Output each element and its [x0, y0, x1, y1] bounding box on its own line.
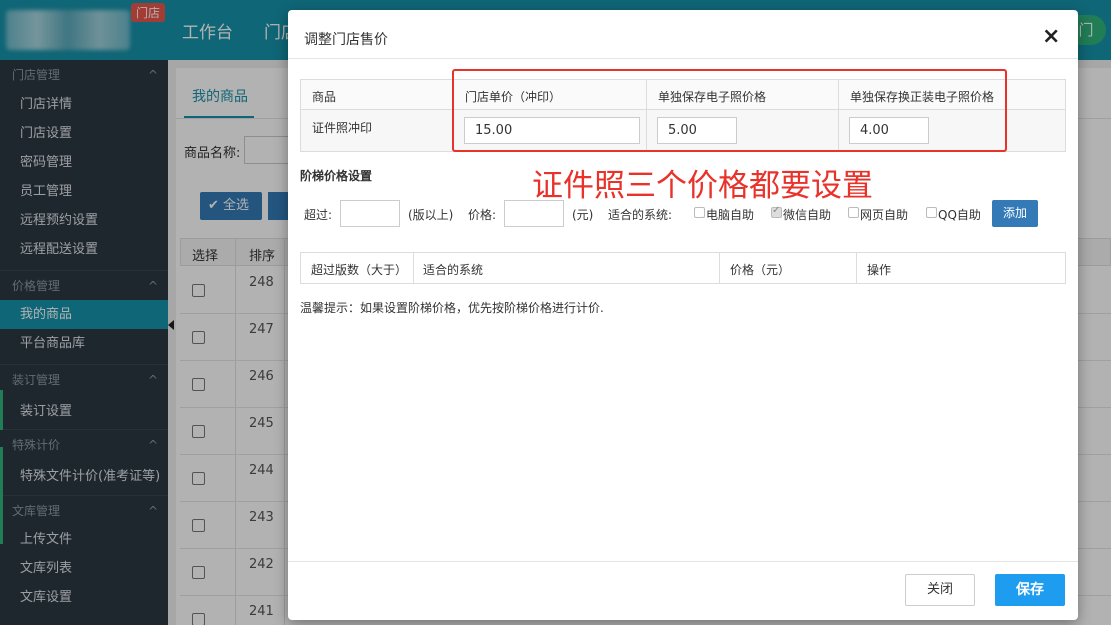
over-label: 超过: — [304, 208, 333, 222]
close-button[interactable]: 关闭 — [905, 574, 975, 606]
tier-price-input[interactable] — [504, 200, 564, 227]
header-price: 价格（元） — [730, 263, 791, 277]
adjust-price-dialog: 调整门店售价 × 商品 门店单价（冲印） 单独保存电子照价格 单独保存换正装电子… — [288, 10, 1078, 620]
checkbox-wechat-self-service[interactable] — [771, 205, 782, 218]
divider — [288, 561, 1078, 562]
tip-text: 温馨提示：如果设置阶梯价格，优先按阶梯价格进行计价. — [300, 301, 604, 315]
tier-price-title: 阶梯价格设置 — [300, 169, 373, 183]
checkbox-label: 微信自助 — [783, 208, 832, 222]
systems-label: 适合的系统: — [608, 208, 673, 222]
header-product: 商品 — [312, 90, 337, 104]
price-label: 价格: — [468, 208, 497, 222]
dialog-title: 调整门店售价 — [304, 32, 388, 48]
yuan-label: (元) — [572, 208, 594, 222]
column-divider — [413, 253, 414, 283]
over-count-input[interactable] — [340, 200, 400, 227]
annotation-highlight-box — [452, 69, 1007, 152]
divider — [288, 58, 1078, 59]
close-icon[interactable]: × — [1042, 24, 1060, 49]
tier-table-header: 超过版数（大于） 适合的系统 价格（元） 操作 — [300, 252, 1066, 284]
product-name: 证件照冲印 — [312, 121, 373, 135]
add-tier-button[interactable]: 添加 — [992, 200, 1038, 227]
column-divider — [719, 253, 720, 283]
checkbox-web-self-service[interactable] — [848, 207, 859, 218]
unit-label: (版以上) — [408, 208, 454, 222]
checkbox-label: 网页自助 — [860, 208, 909, 222]
annotation-text: 证件照三个价格都要设置 — [532, 168, 873, 204]
checkbox-pc-self-service[interactable] — [694, 207, 705, 218]
checkbox-label: QQ自助 — [938, 208, 981, 222]
header-systems: 适合的系统 — [423, 263, 484, 277]
header-over-count: 超过版数（大于） — [311, 263, 408, 277]
column-divider — [856, 253, 857, 283]
checkbox-label: 电脑自助 — [706, 208, 755, 222]
checkbox-qq-self-service[interactable] — [926, 207, 937, 218]
save-button[interactable]: 保存 — [995, 574, 1065, 606]
header-actions: 操作 — [867, 263, 892, 277]
